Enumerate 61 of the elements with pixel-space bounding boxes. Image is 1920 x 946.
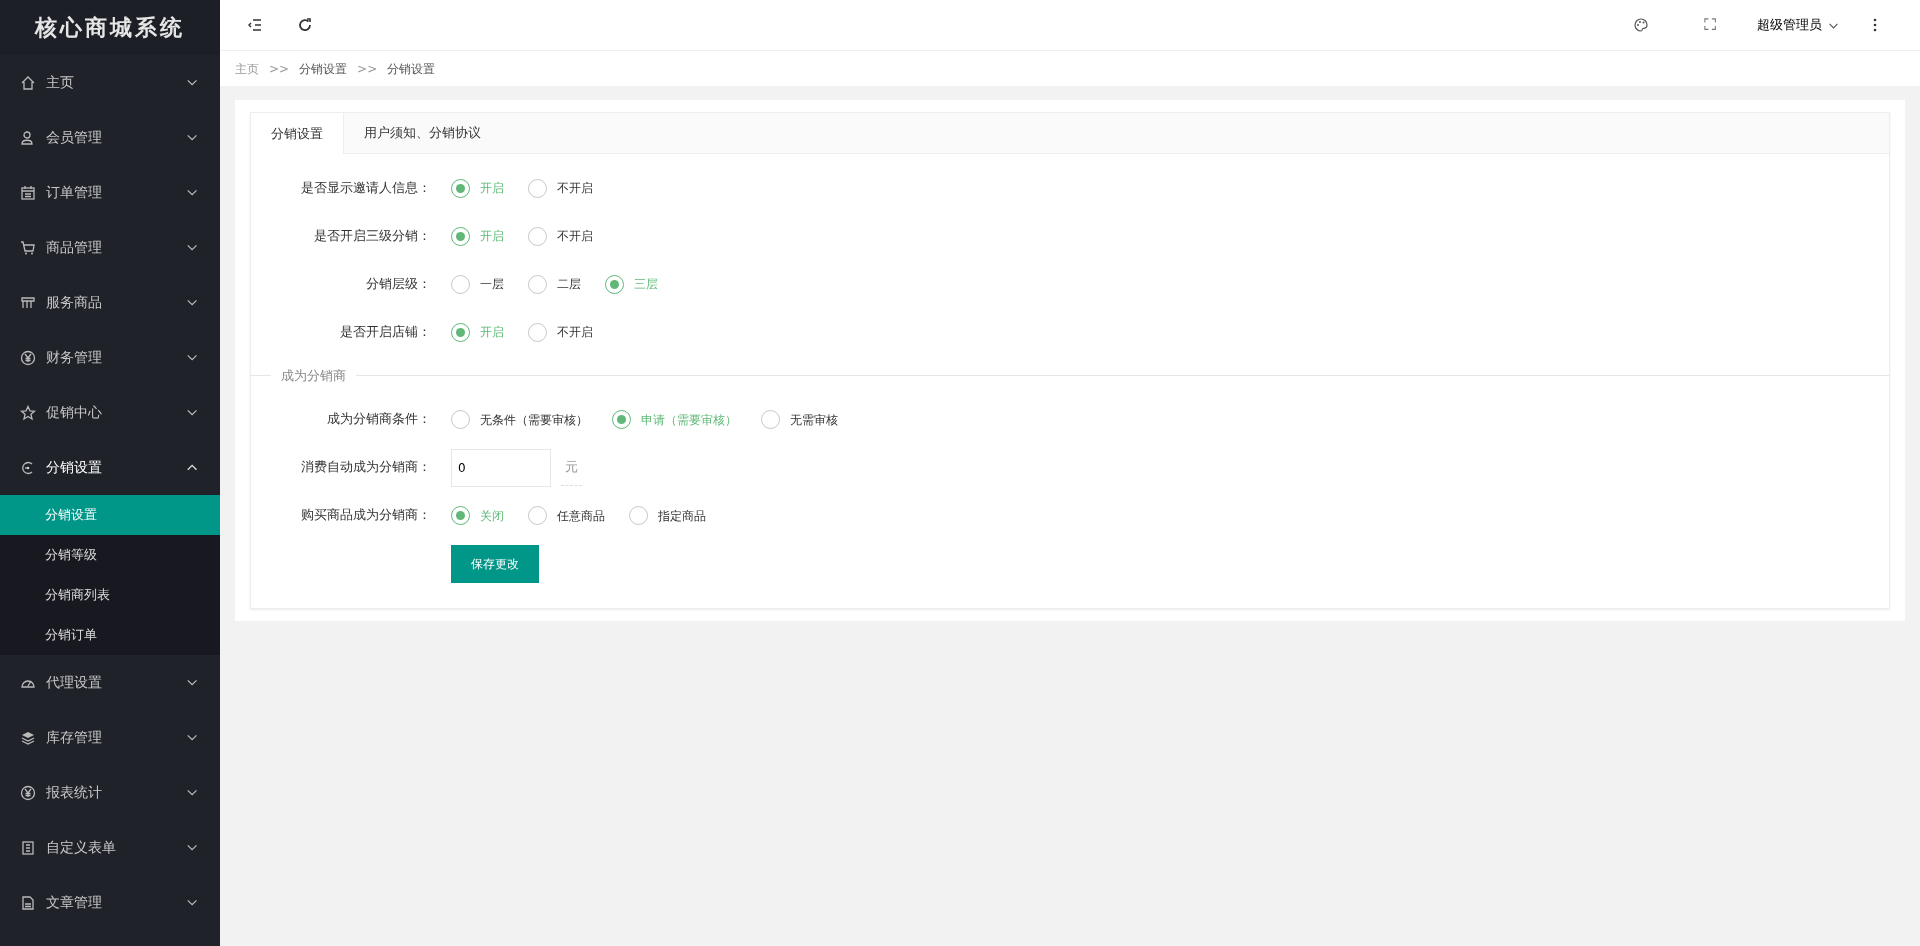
calendar-icon xyxy=(20,184,36,201)
field-label: 是否显示邀请人信息： xyxy=(300,178,432,197)
user-menu[interactable]: 超级管理员 xyxy=(1751,5,1845,45)
shop-icon xyxy=(20,294,36,311)
cart-icon xyxy=(20,239,36,256)
option-label[interactable]: 不开启 xyxy=(557,323,593,341)
option-label[interactable]: 一层 xyxy=(480,275,504,293)
sidebar-item[interactable]: 报表统计 xyxy=(0,765,220,820)
input-field[interactable]: 0 xyxy=(451,448,551,487)
sidebar-item[interactable]: 分销设置 xyxy=(0,440,220,495)
field-label: 分销层级： xyxy=(365,274,432,293)
sidebar-item[interactable]: 服务商品 xyxy=(0,275,220,330)
unit-label: 元 xyxy=(561,449,582,486)
yen-icon xyxy=(20,349,36,366)
breadcrumb-link[interactable]: 分销设置 xyxy=(299,59,348,78)
sidebar-item[interactable]: 主页 xyxy=(0,55,220,110)
layers-icon xyxy=(20,729,36,746)
submenu-item[interactable]: 分销商列表 xyxy=(0,575,220,615)
submenu-item[interactable]: 分销等级 xyxy=(0,535,220,575)
option-label[interactable]: 任意商品 xyxy=(557,506,605,525)
section-legend: 成为分销商 xyxy=(271,366,356,386)
user-icon xyxy=(20,129,36,146)
save-button[interactable]: 保存更改 xyxy=(451,544,539,583)
sidebar-item[interactable]: 财务管理 xyxy=(0,330,220,385)
yen-icon xyxy=(20,784,36,801)
more-icon xyxy=(1873,18,1877,32)
field-label: 是否开启三级分销： xyxy=(313,226,432,245)
submenu-item[interactable]: 分销订单 xyxy=(0,615,220,655)
sidebar-item[interactable]: 自定义表单 xyxy=(0,820,220,875)
sidebar-item[interactable]: 商品管理 xyxy=(0,220,220,275)
palette-icon xyxy=(1633,17,1649,33)
home-icon xyxy=(20,74,36,91)
sidebar-item[interactable]: 代理设置 xyxy=(0,655,220,710)
sidebar-item[interactable]: 促销中心 xyxy=(0,385,220,440)
sidebar-item[interactable]: 库存管理 xyxy=(0,710,220,765)
field-label: 消费自动成为分销商： xyxy=(300,458,432,477)
tab[interactable]: 用户须知、分销协议 xyxy=(344,113,501,153)
option-label[interactable]: 无条件（需要审核） xyxy=(480,410,588,429)
breadcrumb-current: 分销设置 xyxy=(387,60,436,78)
option-label[interactable]: 二层 xyxy=(557,275,581,293)
logo-text: 核心商城系统 xyxy=(0,0,220,55)
sidebar-item[interactable]: 会员管理 xyxy=(0,110,220,165)
sidebar-item[interactable]: 文章管理 xyxy=(0,875,220,930)
option-label[interactable]: 不开启 xyxy=(557,179,593,197)
document-icon xyxy=(20,894,36,911)
option-label[interactable]: 无需审核 xyxy=(790,410,838,429)
breadcrumb-separator: >> xyxy=(357,60,378,78)
field-label: 购买商品成为分销商： xyxy=(300,506,432,525)
field-label: 是否开启店铺： xyxy=(339,322,432,341)
option-label[interactable]: 指定商品 xyxy=(658,506,706,525)
submenu-item[interactable]: 分销设置 xyxy=(0,495,220,535)
breadcrumb-separator: >> xyxy=(269,60,290,78)
menu-icon xyxy=(247,17,263,33)
sidebar-item[interactable]: 订单管理 xyxy=(0,165,220,220)
refresh-icon xyxy=(297,17,313,33)
tab[interactable]: 分销设置 xyxy=(251,113,344,154)
option-label[interactable]: 不开启 xyxy=(557,227,593,245)
fullscreen-icon xyxy=(1704,18,1718,32)
star-icon xyxy=(20,404,36,421)
field-label: 成为分销商条件： xyxy=(326,410,432,429)
clipboard-icon xyxy=(20,839,36,856)
